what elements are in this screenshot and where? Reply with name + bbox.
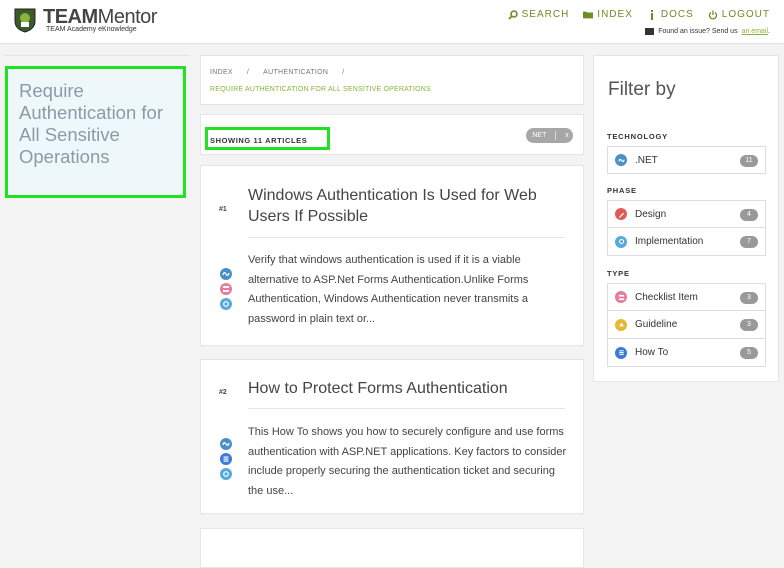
filter-item-implementation[interactable]: Implementation 7 [607,228,766,256]
shield-logo-icon [14,8,36,33]
implementation-icon [615,235,627,248]
nav-docs[interactable]: DOCS [647,9,694,20]
issue-email-link[interactable]: an email [742,28,768,35]
page-title: Require Authentication for All Sensitive… [19,80,163,167]
filter-item-dotnet[interactable]: .NET 11 [607,146,766,174]
active-filter-label: .NET [530,132,547,139]
search-icon [507,9,518,20]
design-icon [615,208,627,220]
checklist-icon [220,283,232,295]
article-card[interactable]: #2 How to Protect Forms Authentication T… [200,359,584,514]
breadcrumb-current[interactable]: REQUIRE AUTHENTICATION FOR ALL SENSITIVE… [210,86,431,93]
filter-count-badge: 7 [740,236,758,248]
nav-logout[interactable]: LOGOUT [708,9,770,20]
filter-count-badge: 11 [740,155,758,167]
filter-item-label: Implementation [635,236,704,247]
article-title[interactable]: How to Protect Forms Authentication [248,378,568,399]
filter-section-technology: TECHNOLOGY [607,132,668,141]
filter-item-label: How To [635,347,669,358]
article-card[interactable] [200,528,584,568]
filter-item-label: .NET [635,154,658,166]
article-title[interactable]: Windows Authentication Is Used for Web U… [248,185,568,227]
envelope-icon [645,28,655,35]
filter-item-label: Checklist Item [635,291,698,303]
issue-notice: Found an issue? Send us an email. [645,28,770,35]
implementation-icon [220,468,232,480]
logo-brand: TEAM [43,6,98,28]
breadcrumb-index[interactable]: INDEX [210,69,233,76]
breadcrumb-separator: / [246,69,250,76]
article-number: #1 [219,206,227,213]
nav-logout-label: LOGOUT [721,9,770,20]
logo-tagline: TEAM Academy eKnowledge [46,26,137,33]
guideline-icon [615,318,627,331]
logo-product: Mentor [97,6,158,28]
filter-count-badge: 5 [740,347,758,359]
dotnet-icon [220,268,232,280]
page-title-box: Require Authentication for All Sensitive… [5,66,186,198]
nav-index-label: INDEX [597,9,633,20]
filter-panel: Filter by TECHNOLOGY .NET 11 PHASE Desig… [593,55,779,382]
power-icon [708,10,717,20]
howto-icon [220,453,232,465]
breadcrumb-authentication[interactable]: AUTHENTICATION [263,69,328,76]
implementation-icon [220,298,232,310]
checklist-icon [615,291,627,303]
dotnet-icon [220,438,232,450]
issue-text: Found an issue? Send us [658,28,738,35]
filter-section-type: TYPE [607,269,630,278]
filter-item-guideline[interactable]: Guideline 3 [607,311,766,339]
filter-count-badge: 3 [740,292,758,304]
dotnet-icon [615,154,627,166]
top-header: TEAMMentor TEAM Academy eKnowledge SEARC… [0,0,784,44]
filter-item-label: Guideline [635,319,678,330]
filter-item-checklist[interactable]: Checklist Item 3 [607,283,766,311]
filter-title: Filter by [608,79,676,100]
divider [248,237,565,238]
article-tags [220,438,232,480]
breadcrumb: INDEX / AUTHENTICATION / REQUIRE AUTHENTICA… [200,55,584,105]
pill-divider [555,131,557,140]
nav-docs-label: DOCS [660,9,694,20]
nav-search[interactable]: SEARCH [507,9,570,20]
breadcrumb-separator: / [342,69,345,76]
top-nav: SEARCH INDEX DOCS LOGOUT [507,9,770,20]
nav-search-label: SEARCH [521,9,570,20]
filter-section-phase: PHASE [607,186,637,195]
article-card[interactable]: #1 Windows Authentication Is Used for We… [200,165,584,346]
article-summary: This How To shows you how to securely co… [248,426,567,497]
filter-item-label: Design [635,208,667,220]
results-bar: SHOWING 11 ARTICLES .NET x [200,114,584,155]
divider [248,408,565,409]
results-count: SHOWING 11 ARTICLES [205,127,330,150]
article-summary: Verify that windows authentication is us… [248,254,529,325]
filter-item-design[interactable]: Design 4 [607,200,766,228]
howto-icon [615,346,627,359]
info-icon [650,9,653,20]
issue-suffix: . [768,28,770,35]
teammentor-logo[interactable]: TEAMMentor TEAM Academy eKnowledge [13,7,163,37]
article-number: #2 [219,389,227,396]
filter-item-howto[interactable]: How To 5 [607,339,766,367]
remove-filter-button[interactable]: x [565,132,569,139]
active-filter-pill[interactable]: .NET x [526,128,573,143]
nav-index[interactable]: INDEX [583,9,633,20]
filter-count-badge: 3 [740,319,758,331]
article-tags [220,268,232,310]
filter-count-badge: 4 [740,209,758,221]
folder-icon [583,11,594,18]
